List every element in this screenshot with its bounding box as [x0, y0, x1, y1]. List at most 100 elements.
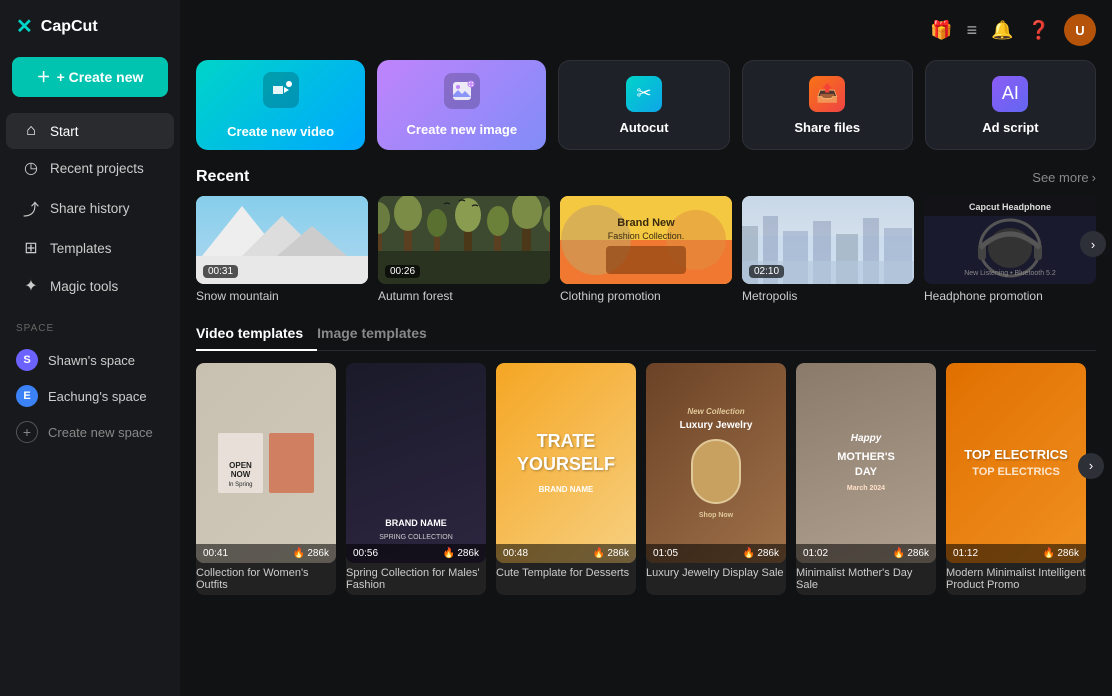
quick-actions: Create new video Create new image ✂ Auto…	[196, 60, 1096, 150]
recent-item-metropolis[interactable]: 02:10 Metropolis	[742, 196, 914, 303]
create-new-image-card[interactable]: Create new image	[377, 60, 546, 150]
clothing-promo-thumb: Brand New Fashion Collection.	[560, 196, 732, 284]
sidebar-item-recent[interactable]: ◷ Recent projects	[6, 149, 174, 187]
template-3-duration: 00:48	[503, 548, 528, 559]
template-6-duration: 01:12	[953, 548, 978, 559]
recent-section-header: Recent See more ›	[196, 168, 1096, 186]
snow-mountain-name: Snow mountain	[196, 289, 368, 303]
template-2-duration: 00:56	[353, 548, 378, 559]
sidebar-item-templates[interactable]: ⊞ Templates	[6, 229, 174, 267]
template-1-likes: 🔥 286k	[293, 548, 329, 559]
template-thumb-4: New Collection Luxury Jewelry Shop Now 0…	[646, 363, 786, 563]
recent-item-autumn-forest[interactable]: 00:26 Autumn forest	[378, 196, 550, 303]
ad-script-card[interactable]: AI Ad script	[925, 60, 1096, 150]
template-card-3[interactable]: TRATE YOURSELF BRAND NAME 00:48 🔥 286k C…	[496, 363, 636, 595]
metropolis-name: Metropolis	[742, 289, 914, 303]
tab-image-templates[interactable]: Image templates	[317, 319, 441, 351]
space-shawn[interactable]: S Shawn's space	[16, 342, 164, 378]
sidebar-item-magic-tools[interactable]: ✦ Magic tools	[6, 267, 174, 305]
shawn-space-label: Shawn's space	[48, 353, 135, 368]
magic-icon: ✦	[22, 276, 40, 296]
template-card-6[interactable]: TOP ELECTRICS TOP ELECTRICS 01:12 🔥 286k…	[946, 363, 1086, 595]
template-thumb-1: OPEN NOWIn Spring 00:41 🔥 286k	[196, 363, 336, 563]
autocut-card[interactable]: ✂ Autocut	[558, 60, 729, 150]
recent-next-button[interactable]: ›	[1080, 231, 1106, 257]
user-avatar-initials: U	[1064, 14, 1096, 46]
template-5-duration: 01:02	[803, 548, 828, 559]
bell-icon[interactable]: 🔔	[991, 20, 1013, 41]
space-label: SPACE	[16, 323, 164, 334]
sidebar-item-start-label: Start	[50, 124, 79, 139]
sidebar-item-start[interactable]: ⌂ Start	[6, 113, 174, 149]
tab-video-templates[interactable]: Video templates	[196, 319, 317, 351]
plus-circle-icon: +	[16, 421, 38, 443]
svg-text:Capcut Headphone: Capcut Headphone	[969, 202, 1051, 212]
autumn-forest-thumb: 00:26	[378, 196, 550, 284]
see-more-button[interactable]: See more ›	[1032, 170, 1096, 185]
home-icon: ⌂	[22, 122, 40, 140]
share-files-icon: 📤	[809, 76, 845, 112]
logo-icon: ✕	[16, 14, 33, 39]
svg-text:Fashion Collection.: Fashion Collection.	[608, 231, 685, 241]
ad-script-icon: AI	[992, 76, 1028, 112]
recent-items-row: 00:31 Snow mountain	[196, 196, 1096, 303]
share-files-label: Share files	[794, 120, 860, 135]
sidebar-item-share-history[interactable]: ⤴ Share history	[6, 187, 174, 229]
share-files-card[interactable]: 📤 Share files	[742, 60, 913, 150]
autumn-forest-name: Autumn forest	[378, 289, 550, 303]
clothing-promo-name: Clothing promotion	[560, 289, 732, 303]
sidebar-item-magic-label: Magic tools	[50, 279, 118, 294]
template-4-title: Luxury Jewelry Display Sale	[646, 563, 786, 583]
create-space-button[interactable]: + Create new space	[16, 414, 164, 450]
template-1-title: Collection for Women's Outfits	[196, 563, 336, 595]
sidebar: ✕ CapCut ＋ + Create new ⌂ Start ◷ Recent…	[0, 0, 180, 696]
template-4-overlay: 01:05 🔥 286k	[646, 544, 786, 563]
snow-mountain-time: 00:31	[203, 265, 238, 278]
space-section: SPACE S Shawn's space E Eachung's space …	[0, 323, 180, 450]
templates-row: OPEN NOWIn Spring 00:41 🔥 286k Collectio…	[196, 363, 1096, 595]
main-content: 🎁 ≡ 🔔 ❓ U Create new video	[180, 0, 1112, 696]
template-card-1[interactable]: OPEN NOWIn Spring 00:41 🔥 286k Collectio…	[196, 363, 336, 595]
template-2-likes: 🔥 286k	[443, 548, 479, 559]
template-thumb-2: BRAND NAMESPRING COLLECTION 00:56 🔥 286k	[346, 363, 486, 563]
logo: ✕ CapCut	[0, 14, 180, 57]
recent-item-headphone-promo[interactable]: Capcut Headphone New Listening • Bluetoo…	[924, 196, 1096, 303]
templates-next-button[interactable]: ›	[1078, 453, 1104, 479]
template-3-title: Cute Template for Desserts	[496, 563, 636, 583]
template-2-overlay: 00:56 🔥 286k	[346, 544, 486, 563]
create-new-label: + Create new	[57, 69, 144, 85]
template-5-title: Minimalist Mother's Day Sale	[796, 563, 936, 595]
template-4-likes: 🔥 286k	[743, 548, 779, 559]
template-1-duration: 00:41	[203, 548, 228, 559]
new-image-label: Create new image	[407, 122, 518, 137]
user-avatar[interactable]: U	[1064, 14, 1096, 46]
headphone-promo-name: Headphone promotion	[924, 289, 1096, 303]
recent-item-snow-mountain[interactable]: 00:31 Snow mountain	[196, 196, 368, 303]
template-5-likes: 🔥 286k	[893, 548, 929, 559]
shawn-avatar: S	[16, 349, 38, 371]
template-card-2[interactable]: BRAND NAMESPRING COLLECTION 00:56 🔥 286k…	[346, 363, 486, 595]
recent-item-clothing-promo[interactable]: Brand New Fashion Collection. Clothing p…	[560, 196, 732, 303]
help-icon[interactable]: ❓	[1028, 20, 1050, 41]
gift-icon[interactable]: 🎁	[930, 20, 952, 41]
sidebar-item-share-label: Share history	[50, 201, 130, 216]
topbar: 🎁 ≡ 🔔 ❓ U	[196, 14, 1096, 46]
template-card-5[interactable]: Happy MOTHER'SDAY March 2024 01:02 🔥 286…	[796, 363, 936, 595]
autumn-forest-time: 00:26	[385, 265, 420, 278]
menu-icon[interactable]: ≡	[967, 20, 978, 41]
space-eachung[interactable]: E Eachung's space	[16, 378, 164, 414]
create-new-video-card[interactable]: Create new video	[196, 60, 365, 150]
template-3-likes: 🔥 286k	[593, 548, 629, 559]
sidebar-item-recent-label: Recent projects	[50, 161, 144, 176]
create-space-label: Create new space	[48, 425, 153, 440]
new-image-icon	[444, 73, 480, 114]
template-thumb-5: Happy MOTHER'SDAY March 2024 01:02 🔥 286…	[796, 363, 936, 563]
create-new-button[interactable]: ＋ + Create new	[12, 57, 168, 97]
svg-text:New Listening • Bluetooth 5.2: New Listening • Bluetooth 5.2	[964, 270, 1056, 277]
template-5-overlay: 01:02 🔥 286k	[796, 544, 936, 563]
metropolis-thumb: 02:10	[742, 196, 914, 284]
new-video-label: Create new video	[227, 124, 334, 139]
ad-script-label: Ad script	[982, 120, 1038, 135]
template-card-4[interactable]: New Collection Luxury Jewelry Shop Now 0…	[646, 363, 786, 595]
new-video-icon	[263, 72, 299, 116]
